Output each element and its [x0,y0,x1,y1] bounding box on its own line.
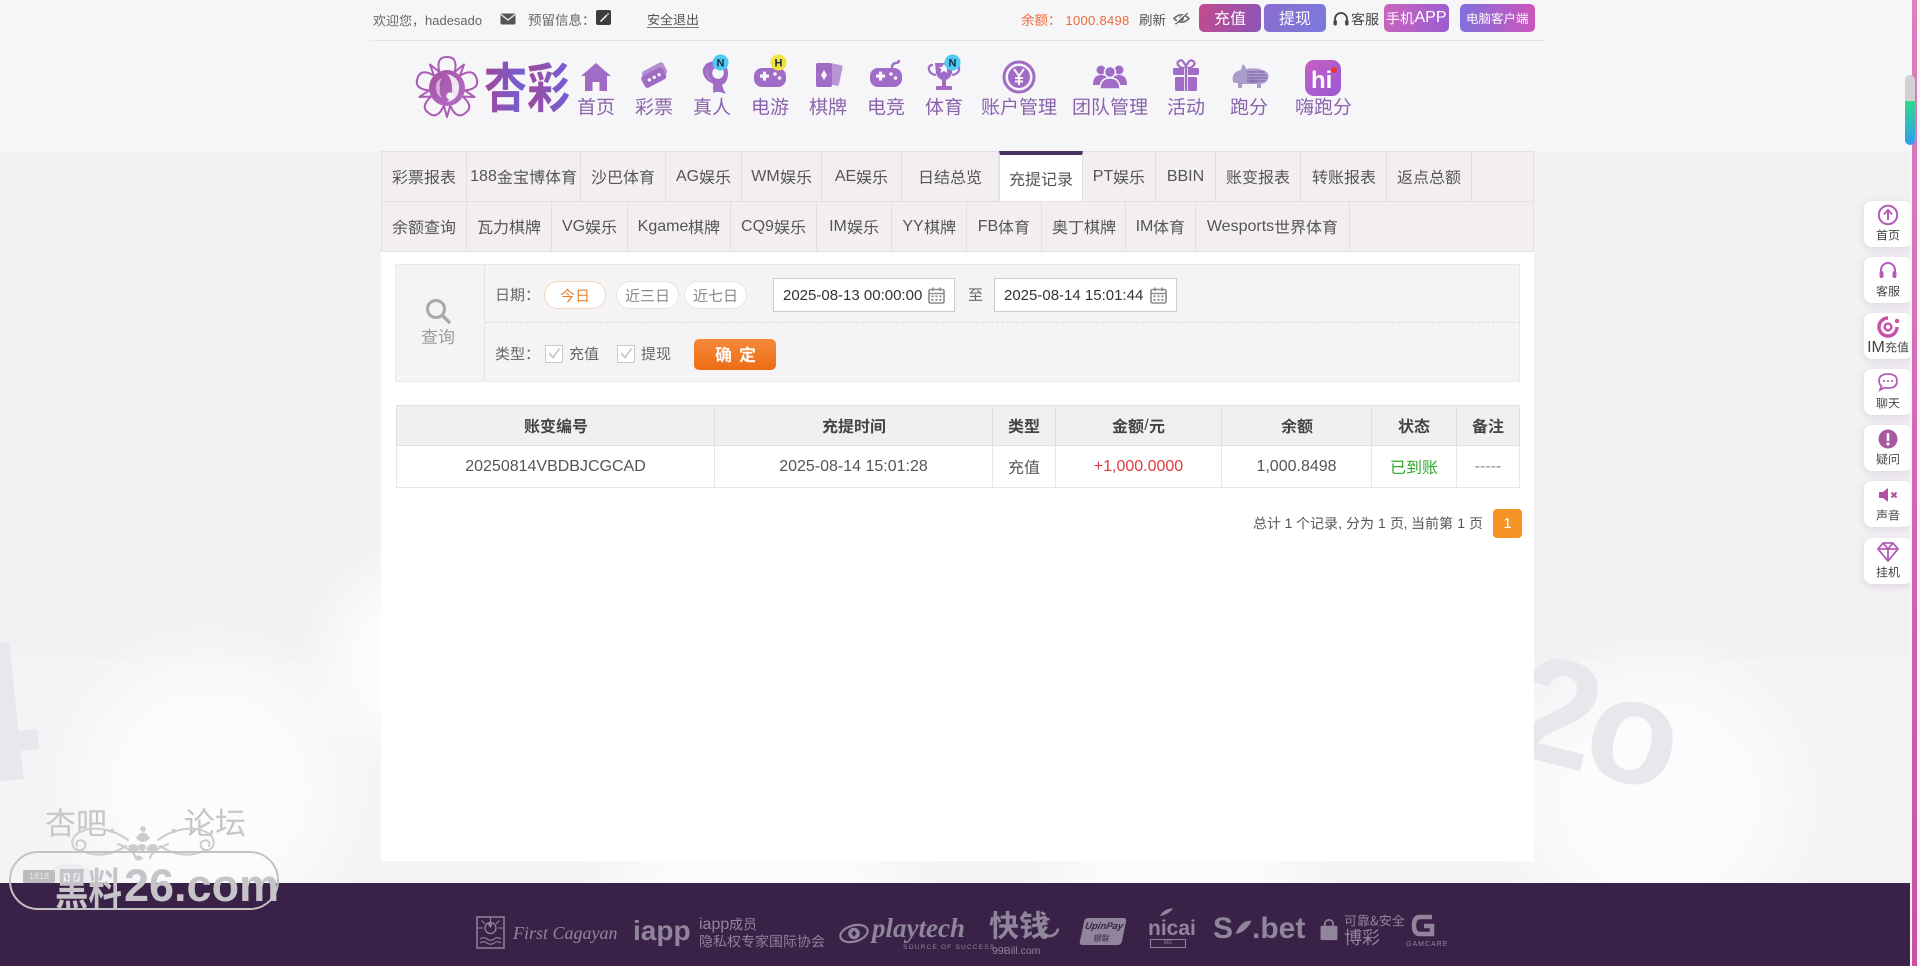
svg-text:hi: hi [1311,67,1332,94]
svg-text:N: N [949,58,957,70]
svg-text:2kt: 2kt [1249,79,1257,85]
svg-text:N: N [717,58,725,70]
svg-text:H: H [775,58,783,70]
